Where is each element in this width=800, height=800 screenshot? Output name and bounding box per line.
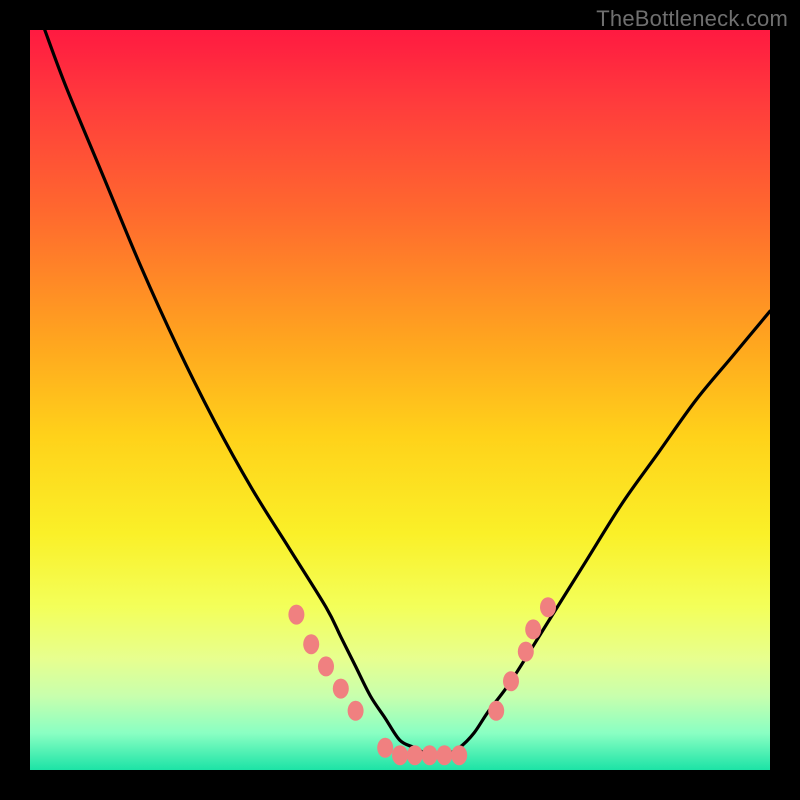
marker-group <box>288 597 556 765</box>
curve-marker <box>407 745 423 765</box>
curve-marker <box>392 745 408 765</box>
curve-marker <box>348 701 364 721</box>
curve-layer <box>30 30 770 770</box>
watermark-text: TheBottleneck.com <box>596 6 788 32</box>
curve-marker <box>377 738 393 758</box>
curve-marker <box>318 656 334 676</box>
curve-marker <box>436 745 452 765</box>
plot-area <box>30 30 770 770</box>
curve-marker <box>303 634 319 654</box>
curve-marker <box>540 597 556 617</box>
curve-marker <box>288 605 304 625</box>
bottleneck-curve <box>45 30 770 756</box>
curve-marker <box>422 745 438 765</box>
curve-marker <box>451 745 467 765</box>
curve-marker <box>518 642 534 662</box>
chart-frame: TheBottleneck.com <box>0 0 800 800</box>
curve-marker <box>525 619 541 639</box>
curve-marker <box>488 701 504 721</box>
curve-marker <box>333 679 349 699</box>
curve-marker <box>503 671 519 691</box>
